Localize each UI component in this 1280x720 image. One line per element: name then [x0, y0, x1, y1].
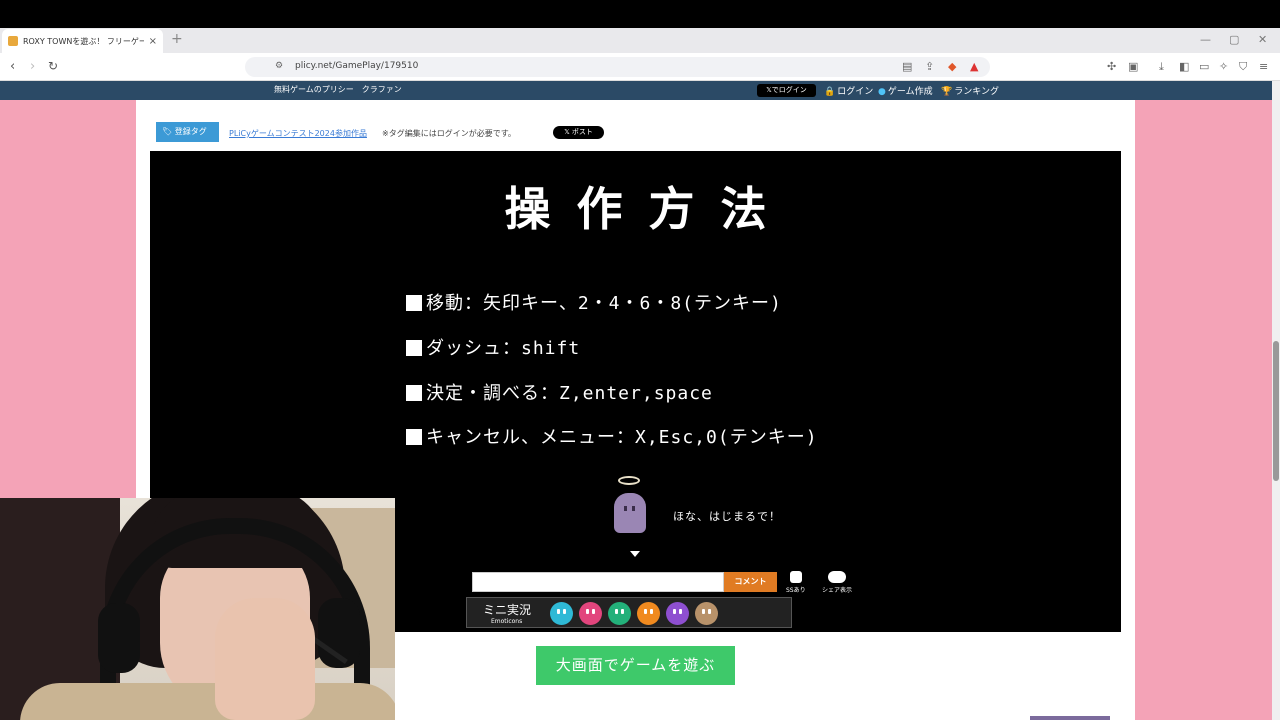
purple-tab-edge — [1030, 716, 1110, 720]
browser-toolbar: ‹ › ↻ ☐ ⚙ plicy.net/GamePlay/179510 ▤ ⇪ … — [0, 53, 1280, 81]
tab-close-button[interactable]: × — [149, 36, 157, 47]
minimize-button[interactable]: — — [1200, 33, 1211, 46]
controls-line-confirm: 決定・調べる：Z,enter,space — [406, 379, 713, 405]
create-game-link[interactable]: ● ゲーム作成 — [878, 84, 933, 97]
x-post-button[interactable]: 𝕏 ポスト — [553, 126, 604, 139]
reload-icon[interactable]: ↻ — [48, 59, 58, 73]
controls-line-text: キャンセル、メニュー：X,Esc,0(テンキー) — [426, 427, 818, 448]
speech-bubble-icon — [828, 571, 846, 583]
tab-title: ROXY TOWNを遊ぶ！ フリーゲー — [23, 36, 144, 46]
new-tab-button[interactable]: + — [171, 31, 183, 47]
create-game-label: ゲーム作成 — [887, 87, 933, 97]
browser-tab[interactable]: ROXY TOWNを遊ぶ！ フリーゲー × — [2, 29, 163, 53]
bullet-square-icon — [406, 429, 422, 445]
screenshot-icon[interactable]: ▣ — [1128, 60, 1138, 73]
play-fullscreen-button[interactable]: 大画面でゲームを遊ぶ — [536, 646, 735, 685]
url-text: plicy.net/GamePlay/179510 — [295, 61, 419, 71]
site-info-icon[interactable]: ⚙ — [275, 61, 283, 71]
site-brand[interactable]: 無料ゲームのプリシー クラファン — [274, 84, 402, 95]
bullet-square-icon — [406, 295, 422, 311]
controls-line-text: 決定・調べる：Z,enter,space — [426, 383, 713, 404]
contest-tag-link[interactable]: PLiCyゲームコンテスト2024参加作品 — [229, 128, 367, 139]
screenshot-toggle[interactable]: SSあり — [786, 571, 806, 594]
controls-line-cancel: キャンセル、メニュー：X,Esc,0(テンキー) — [406, 423, 818, 449]
emoticon-title: ミニ実況 — [483, 603, 532, 617]
scrollbar-thumb[interactable] — [1273, 341, 1279, 481]
emoticon-blush-icon[interactable] — [579, 602, 602, 625]
controls-line-text: ダッシュ：shift — [426, 338, 581, 359]
emoticon-smile-icon[interactable] — [550, 602, 573, 625]
back-icon[interactable]: ‹ — [10, 59, 15, 74]
webcam-earcup-left — [98, 603, 140, 673]
menu-icon[interactable]: ≡ — [1259, 60, 1268, 73]
lock-icon: 🔒 — [824, 87, 836, 97]
bullet-square-icon — [406, 340, 422, 356]
emoticon-surprised-icon[interactable] — [637, 602, 660, 625]
favicon-icon — [8, 36, 18, 46]
share-display-toggle[interactable]: シェア表示 — [822, 571, 852, 594]
character-speech: ほな、はじまるで！ — [673, 510, 781, 523]
download-icon[interactable]: ⤓ — [1159, 60, 1164, 74]
bullet-square-icon — [406, 385, 422, 401]
close-window-button[interactable]: ✕ — [1258, 33, 1267, 46]
camera-icon — [789, 571, 802, 583]
ss-label: SSあり — [786, 587, 806, 594]
controls-line-dash: ダッシュ：shift — [406, 334, 580, 360]
webcam-overlay — [0, 498, 395, 720]
character-body — [614, 493, 646, 533]
forward-icon[interactable]: › — [30, 59, 35, 74]
share-icon[interactable]: ⇪ — [925, 60, 934, 73]
page-scrollbar[interactable] — [1272, 81, 1280, 720]
emoticon-squint-icon[interactable] — [608, 602, 631, 625]
controls-line-move: 移動：矢印キー、2・4・6・8(テンキー) — [406, 289, 782, 315]
emoticon-neutral-icon[interactable] — [695, 602, 718, 625]
rewards-icon[interactable]: ▲ — [970, 60, 978, 73]
emoticon-bar: ミニ実況 Emoticons — [466, 597, 792, 628]
controls-line-text: 移動：矢印キー、2・4・6・8(テンキー) — [426, 293, 782, 314]
ghost-character-sprite — [606, 476, 652, 538]
registered-tags-button[interactable]: 🏷 登録タグ — [156, 122, 219, 142]
webcam-shirt — [20, 683, 395, 720]
ranking-link[interactable]: 🏆 ランキング — [941, 84, 999, 97]
comment-input[interactable] — [472, 572, 724, 592]
x-login-button[interactable]: 𝕏でログイン — [757, 84, 816, 97]
site-header-bar: 無料ゲームのプリシー クラファン 𝕏でログイン 🔒 ログイン ● ゲーム作成 🏆 ラン… — [0, 81, 1272, 100]
emoticon-worried-icon[interactable] — [666, 602, 689, 625]
screen: ROXY TOWNを遊ぶ！ フリーゲー × + — ▢ ✕ ‹ › ↻ ☐ ⚙ … — [0, 0, 1280, 720]
browser-tab-bar: ROXY TOWNを遊ぶ！ フリーゲー × + — ▢ ✕ — [0, 28, 1280, 53]
login-label: ログイン — [837, 87, 874, 97]
controls-title: 操作方法 — [504, 182, 793, 236]
halo-icon — [618, 476, 640, 485]
webcam-hand — [215, 598, 315, 720]
chat-icon: ● — [878, 87, 886, 97]
maximize-button[interactable]: ▢ — [1229, 33, 1239, 46]
trophy-icon: 🏆 — [941, 87, 953, 97]
login-link[interactable]: 🔒 ログイン — [824, 84, 873, 97]
tag-icon: 🏷 — [162, 127, 173, 136]
sidebar-icon[interactable]: ◧ — [1179, 60, 1189, 73]
comment-button[interactable]: コメント — [724, 572, 777, 592]
shield-icon[interactable]: ◆ — [948, 60, 956, 73]
wallet-icon[interactable]: ▭ — [1199, 60, 1209, 73]
ai-icon[interactable]: ✧ — [1219, 60, 1228, 73]
registered-tags-label: 登録タグ — [174, 127, 207, 136]
address-bar[interactable]: ⚙ plicy.net/GamePlay/179510 — [245, 57, 990, 77]
vpn-icon[interactable]: ⛉ — [1239, 60, 1247, 74]
tag-note: ※タグ編集にはログインが必要です。 — [382, 129, 516, 138]
emoticon-subtitle: Emoticons — [491, 618, 523, 625]
ranking-label: ランキング — [954, 87, 999, 97]
reader-icon[interactable]: ▤ — [902, 60, 912, 73]
share-label: シェア表示 — [822, 587, 853, 594]
extensions-icon[interactable]: ✣ — [1107, 60, 1116, 73]
next-arrow-icon — [630, 551, 640, 557]
